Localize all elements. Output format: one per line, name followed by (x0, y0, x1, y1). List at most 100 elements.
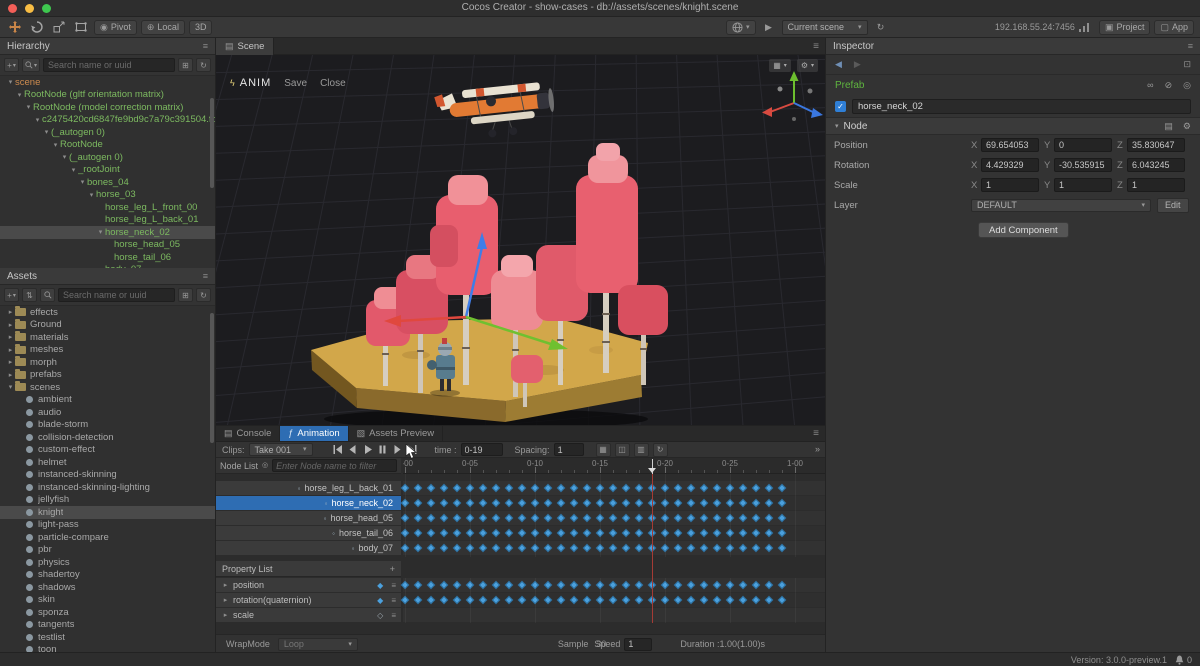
keyframe-diamond[interactable] (453, 581, 461, 589)
scale-x-input[interactable]: 1 (981, 178, 1039, 192)
expand-arrow[interactable]: ▾ (15, 91, 24, 99)
keyframe-diamond[interactable] (466, 484, 474, 492)
keyframe-diamond[interactable] (661, 514, 669, 522)
keyframe-diamond[interactable] (609, 544, 617, 552)
node-section-header[interactable]: ▾ Node ▤ ⚙ (826, 117, 1200, 135)
node-doc-icon[interactable]: ▤ (1164, 121, 1173, 132)
keyframe-diamond[interactable] (596, 499, 604, 507)
keyframe-diamond[interactable] (453, 544, 461, 552)
hierarchy-node-item-c2475420cd6847fe9bd9c7a79c391504-fbx[interactable]: ▾c2475420cd6847fe9bd9c7a79c391504.fbx (0, 114, 215, 127)
keyframe-diamond[interactable] (674, 529, 682, 537)
expand-arrow[interactable]: ▸ (6, 321, 15, 329)
property-key-icon[interactable]: ◆ (377, 581, 383, 590)
keyframe-diamond[interactable] (752, 544, 760, 552)
tab-console[interactable]: ▤ Console (216, 426, 280, 441)
hierarchy-node-item-horse-tail-06[interactable]: horse_tail_06 (0, 251, 215, 264)
expand-arrow[interactable]: ▾ (87, 191, 96, 199)
keyframe-diamond[interactable] (687, 581, 695, 589)
keyframe-diamond[interactable] (596, 596, 604, 604)
hierarchy-node-item-horse-leg-l-back-01[interactable]: horse_leg_L_back_01 (0, 214, 215, 227)
keyframe-diamond[interactable] (739, 484, 747, 492)
keyframe-diamond[interactable] (635, 596, 643, 604)
keyframe-diamond[interactable] (427, 499, 435, 507)
keyframe-diamond[interactable] (557, 484, 565, 492)
hierarchy-refresh-button[interactable]: ↻ (196, 58, 211, 72)
keyframe-diamond[interactable] (505, 596, 513, 604)
keyframe-diamond[interactable] (622, 529, 630, 537)
keyframe-diamond[interactable] (440, 581, 448, 589)
keyframe-diamond[interactable] (505, 499, 513, 507)
viewport-settings-button[interactable]: ⚙▾ (797, 59, 818, 72)
add-component-button[interactable]: Add Component (978, 222, 1069, 238)
anim-close-button[interactable]: Close (320, 78, 346, 89)
hierarchy-node-item-scene[interactable]: ▾scene (0, 76, 215, 89)
playhead-marker[interactable] (648, 468, 656, 473)
keyframe-diamond[interactable] (596, 581, 604, 589)
keyframe-diamond[interactable] (778, 581, 786, 589)
hierarchy-node-item-rootjoint[interactable]: ▾_rootJoint (0, 164, 215, 177)
keyframe-diamond[interactable] (700, 544, 708, 552)
keyframe-row[interactable] (403, 511, 826, 525)
keyframe-diamond[interactable] (739, 529, 747, 537)
tab-animation[interactable]: ƒ Animation (280, 426, 348, 441)
keyframe-diamond[interactable] (466, 581, 474, 589)
keyframe-diamond[interactable] (765, 529, 773, 537)
asset-item-morph[interactable]: ▸morph (0, 356, 215, 369)
keyframe-diamond[interactable] (570, 596, 578, 604)
keyframe-diamond[interactable] (739, 544, 747, 552)
keyframe-diamond[interactable] (466, 514, 474, 522)
keyframe-diamond[interactable] (570, 544, 578, 552)
asset-item-instanced-skinning-lighting[interactable]: instanced-skinning-lighting (0, 481, 215, 494)
scale-y-input[interactable]: 1 (1054, 178, 1112, 192)
keyframe-diamond[interactable] (531, 544, 539, 552)
keyframe-diamond[interactable] (453, 514, 461, 522)
expand-arrow[interactable]: ▾ (69, 166, 78, 174)
scale-tool-button[interactable] (50, 20, 68, 35)
pause-animation-button[interactable] (376, 443, 389, 456)
keyframe-diamond[interactable] (661, 581, 669, 589)
keyframe-diamond[interactable] (544, 596, 552, 604)
keyframe-diamond[interactable] (700, 484, 708, 492)
keyframe-diamond[interactable] (440, 499, 448, 507)
keyframe-diamond[interactable] (466, 596, 474, 604)
keyframe-diamond[interactable] (713, 499, 721, 507)
hierarchy-node-item-horse-leg-l-front-00[interactable]: horse_leg_L_front_00 (0, 201, 215, 214)
keyframe-diamond[interactable] (479, 484, 487, 492)
keyframe-diamond[interactable] (765, 499, 773, 507)
hierarchy-node-item-rootnode[interactable]: ▾RootNode (0, 139, 215, 152)
keyframe-diamond[interactable] (544, 499, 552, 507)
search-type-button[interactable]: ▾ (22, 58, 40, 72)
create-asset-button[interactable]: +▾ (4, 288, 19, 302)
project-button[interactable]: ▣Project (1099, 20, 1151, 35)
keyframe-diamond[interactable] (557, 544, 565, 552)
keyframe-diamond[interactable] (492, 544, 500, 552)
keyframe-diamond[interactable] (518, 484, 526, 492)
rotation-y-input[interactable]: -30.535915 (1054, 158, 1112, 172)
keyframe-diamond[interactable] (674, 596, 682, 604)
keyframe-diamond[interactable] (622, 514, 630, 522)
keyframe-diamond[interactable] (661, 484, 669, 492)
asset-item-skin[interactable]: skin (0, 594, 215, 607)
keyframe-diamond[interactable] (739, 596, 747, 604)
expand-arrow[interactable]: ▸ (6, 333, 15, 341)
keyframe-diamond[interactable] (778, 544, 786, 552)
nav-forward-icon[interactable]: ▶ (854, 59, 861, 70)
time-input[interactable] (461, 443, 503, 456)
scale-z-input[interactable]: 1 (1127, 178, 1185, 192)
keyframe-diamond[interactable] (505, 514, 513, 522)
expand-arrow[interactable]: ▾ (6, 78, 15, 86)
anim-node-horse-tail-06[interactable]: ◦horse_tail_06 (216, 526, 401, 540)
scene-3d-canvas[interactable] (216, 55, 826, 425)
keyframe-diamond[interactable] (661, 529, 669, 537)
next-frame-button[interactable] (391, 443, 404, 456)
expand-all-button[interactable]: ⊞ (178, 288, 193, 302)
keyframe-diamond[interactable] (414, 544, 422, 552)
keyframe-diamond[interactable] (427, 596, 435, 604)
keyframe-diamond[interactable] (752, 514, 760, 522)
keyframe-diamond[interactable] (453, 484, 461, 492)
nav-back-icon[interactable]: ◀ (835, 59, 842, 70)
keyframe-diamond[interactable] (726, 544, 734, 552)
keyframe-diamond[interactable] (518, 499, 526, 507)
asset-item-blade-storm[interactable]: blade-storm (0, 419, 215, 432)
keyframe-diamond[interactable] (583, 484, 591, 492)
